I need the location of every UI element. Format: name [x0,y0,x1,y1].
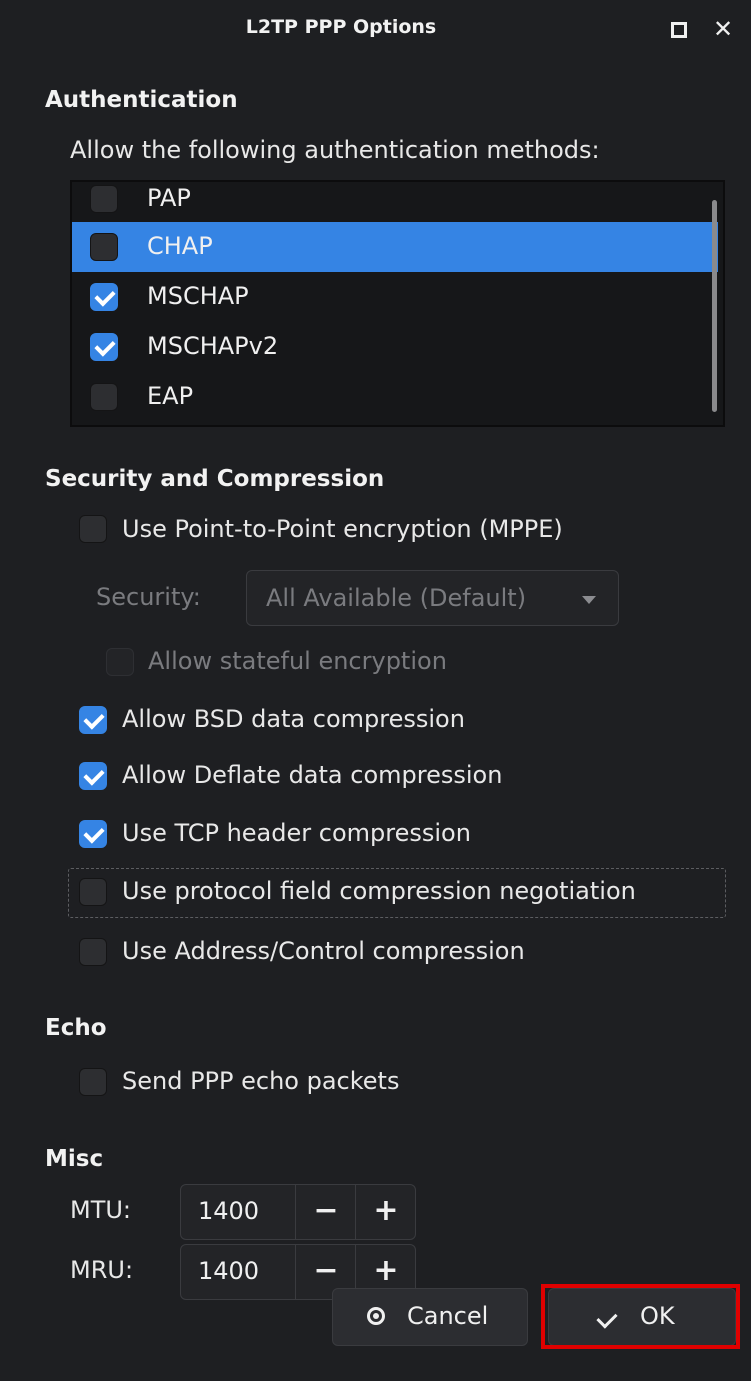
auth-method-label: MSCHAP [147,282,249,310]
mppe-label[interactable]: Use Point-to-Point encryption (MPPE) [122,515,563,543]
auth-method-label: CHAP [147,232,213,260]
stateful-encryption-label[interactable]: Allow stateful encryption [148,647,447,675]
window-title: L2TP PPP Options [245,16,437,38]
bsd-compression-checkbox[interactable] [79,706,107,734]
security-dropdown[interactable]: All Available (Default) [246,570,619,626]
authentication-heading: Authentication [45,87,238,113]
protocol-field-compression-checkbox[interactable] [79,878,107,906]
plus-icon: + [373,1253,399,1288]
pap-checkbox[interactable] [90,185,118,213]
mtu-label: MTU: [70,1196,132,1224]
auth-method-mschapv2[interactable]: MSCHAPv2 [72,322,718,372]
echo-packets-checkbox[interactable] [79,1068,107,1096]
cancel-button[interactable]: Cancel [332,1288,528,1346]
mschapv2-checkbox[interactable] [90,333,118,361]
auth-method-label: PAP [147,184,191,212]
auth-method-chap[interactable]: CHAP [72,222,718,272]
mppe-checkbox[interactable] [79,515,107,543]
address-control-compression-label[interactable]: Use Address/Control compression [122,937,525,965]
auth-method-mschap[interactable]: MSCHAP [72,272,718,322]
chevron-down-icon [582,596,596,604]
maximize-icon[interactable] [671,22,687,38]
deflate-compression-checkbox[interactable] [79,762,107,790]
auth-methods-prompt: Allow the following authentication metho… [70,136,600,164]
plus-icon: + [373,1193,399,1228]
mtu-value[interactable]: 1400 [198,1197,259,1225]
list-scrollbar[interactable] [712,200,717,412]
tcp-header-compression-label[interactable]: Use TCP header compression [122,819,471,847]
protocol-field-compression-label[interactable]: Use protocol field compression negotiati… [122,877,636,905]
ok-highlight-outline [541,1284,740,1349]
l2tp-ppp-options-dialog: L2TP PPP Options ✕ Authentication Allow … [10,0,751,1381]
security-heading: Security and Compression [45,466,385,492]
misc-heading: Misc [45,1146,104,1172]
echo-packets-label[interactable]: Send PPP echo packets [122,1067,399,1095]
tcp-header-compression-checkbox[interactable] [79,820,107,848]
mtu-spinbutton[interactable]: 1400 − + [180,1184,416,1240]
auth-method-label: MSCHAPv2 [147,332,279,360]
mru-value[interactable]: 1400 [198,1257,259,1285]
auth-methods-list[interactable]: PAP CHAP MSCHAP MSCHAPv2 EAP [70,180,725,427]
echo-heading: Echo [45,1015,107,1041]
auth-method-eap[interactable]: EAP [72,372,718,422]
security-label: Security: [96,583,201,611]
security-dropdown-value: All Available (Default) [266,584,527,612]
auth-method-pap[interactable]: PAP [72,182,718,224]
cancel-icon [367,1307,385,1325]
address-control-compression-checkbox[interactable] [79,938,107,966]
close-icon[interactable]: ✕ [710,14,736,44]
mschap-checkbox[interactable] [90,283,118,311]
cancel-button-label: Cancel [407,1302,489,1330]
minus-icon: − [313,1253,339,1288]
deflate-compression-label[interactable]: Allow Deflate data compression [122,761,502,789]
chap-checkbox[interactable] [90,233,118,261]
mtu-increment-button[interactable]: + [355,1185,416,1239]
bsd-compression-label[interactable]: Allow BSD data compression [122,705,465,733]
eap-checkbox[interactable] [90,383,118,411]
auth-method-label: EAP [147,382,194,410]
stateful-encryption-checkbox[interactable] [106,648,134,676]
minus-icon: − [313,1193,339,1228]
mtu-decrement-button[interactable]: − [295,1185,356,1239]
mru-label: MRU: [70,1256,134,1284]
title-bar: L2TP PPP Options ✕ [10,0,751,58]
